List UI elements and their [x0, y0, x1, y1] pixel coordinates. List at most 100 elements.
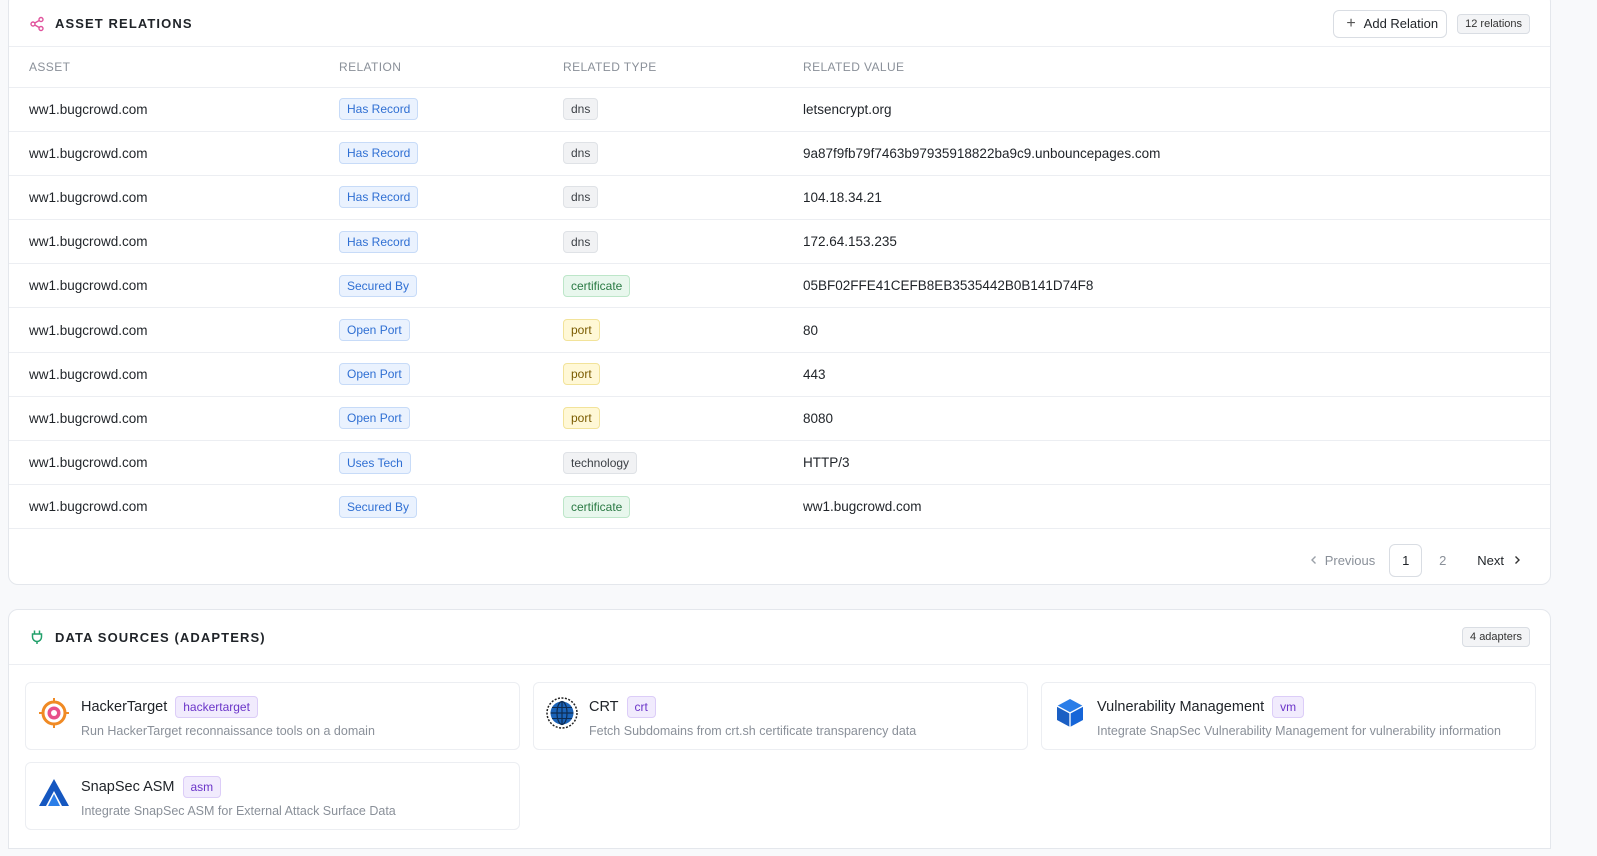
- adapter-description: Run HackerTarget reconnaissance tools on…: [81, 724, 375, 738]
- type-badge: dns: [563, 186, 599, 209]
- relation-cell: Has Record: [339, 219, 563, 265]
- asset-cell: ww1.bugcrowd.com: [9, 219, 339, 265]
- next-page-button[interactable]: Next: [1461, 545, 1532, 577]
- type-badge: certificate: [563, 274, 631, 297]
- related-value-cell: 443: [803, 352, 1550, 397]
- relation-badge: Open Port: [339, 319, 410, 342]
- related-value-cell: HTTP/3: [803, 440, 1550, 486]
- relation-badge: Secured By: [339, 495, 418, 518]
- hackertarget-logo-icon: [38, 697, 70, 729]
- asset-relations-title: ASSET RELATIONS: [55, 16, 193, 31]
- asset-relations-card: ASSET RELATIONS + Add Relation 12 relati…: [8, 0, 1551, 585]
- related-value-cell: ww1.bugcrowd.com: [803, 484, 1550, 530]
- type-badge: technology: [563, 451, 638, 474]
- chevron-left-icon: [1309, 553, 1319, 568]
- related-type-cell: technology: [563, 440, 803, 486]
- adapter-tag: crt: [626, 696, 656, 718]
- related-value-cell: 104.18.34.21: [803, 175, 1550, 221]
- relation-badge: Has Record: [339, 142, 419, 165]
- column-header-relation[interactable]: RELATION: [339, 47, 563, 88]
- asset-relations-header: ASSET RELATIONS + Add Relation 12 relati…: [9, 1, 1550, 47]
- type-badge: dns: [563, 98, 599, 121]
- data-sources-card: DATA SOURCES (ADAPTERS) 4 adapters Hacke…: [8, 609, 1551, 849]
- relation-cell: Has Record: [339, 175, 563, 221]
- table-row[interactable]: ww1.bugcrowd.com Secured By certificate ww1…: [9, 484, 1550, 530]
- relation-cell: Has Record: [339, 87, 563, 132]
- asset-cell: ww1.bugcrowd.com: [9, 307, 339, 353]
- related-value-cell: 9a87f9fb79f7463b97935918822ba9c9.unbounc…: [803, 131, 1550, 176]
- relations-count-badge: 12 relations: [1457, 13, 1530, 34]
- table-row[interactable]: ww1.bugcrowd.com Open Port port 443: [9, 352, 1550, 397]
- asset-cell: ww1.bugcrowd.com: [9, 87, 339, 132]
- related-value-cell: 05BF02FFE41CEFB8EB3535442B0B141D74F8: [803, 263, 1550, 309]
- plug-icon: [29, 629, 45, 645]
- pagination: Previous 1 2 Next: [1297, 544, 1532, 577]
- relation-cell: Uses Tech: [339, 440, 563, 486]
- adapter-card-vulnerability-management[interactable]: Vulnerability Management vm Integrate Sn…: [1041, 682, 1536, 750]
- adapter-card-crt[interactable]: CRT crt Fetch Subdomains from crt.sh cer…: [533, 682, 1028, 750]
- table-row[interactable]: ww1.bugcrowd.com Uses Tech technology HTTP/…: [9, 440, 1550, 486]
- relation-cell: Open Port: [339, 307, 563, 353]
- relations-table: ASSET RELATION RELATED TYPE RELATED VALU…: [9, 47, 1550, 530]
- relation-badge: Has Record: [339, 186, 419, 209]
- related-type-cell: port: [563, 396, 803, 442]
- snapsec-logo-icon: [38, 777, 70, 809]
- table-row[interactable]: ww1.bugcrowd.com Open Port port 8080: [9, 396, 1550, 442]
- asset-cell: ww1.bugcrowd.com: [9, 352, 339, 397]
- related-type-cell: certificate: [563, 263, 803, 309]
- relation-badge: Open Port: [339, 407, 410, 430]
- relation-badge: Open Port: [339, 363, 410, 386]
- adapter-description: Integrate SnapSec ASM for External Attac…: [81, 804, 396, 818]
- column-header-related-value[interactable]: RELATED VALUE: [803, 47, 1550, 88]
- previous-page-button[interactable]: Previous: [1297, 545, 1388, 577]
- adapter-name: SnapSec ASM: [81, 779, 175, 795]
- relation-cell: Open Port: [339, 396, 563, 442]
- table-row[interactable]: ww1.bugcrowd.com Open Port port 80: [9, 307, 1550, 353]
- table-row[interactable]: ww1.bugcrowd.com Secured By certificate 05B…: [9, 263, 1550, 309]
- relation-badge: Uses Tech: [339, 451, 411, 474]
- column-header-asset[interactable]: ASSET: [9, 47, 339, 88]
- related-type-cell: port: [563, 307, 803, 353]
- related-type-cell: dns: [563, 131, 803, 176]
- related-value-cell: 80: [803, 307, 1550, 353]
- data-sources-header: DATA SOURCES (ADAPTERS) 4 adapters: [9, 610, 1550, 665]
- adapter-description: Integrate SnapSec Vulnerability Manageme…: [1097, 724, 1501, 738]
- asset-cell: ww1.bugcrowd.com: [9, 484, 339, 530]
- table-row[interactable]: ww1.bugcrowd.com Has Record dns letsencrypt…: [9, 87, 1550, 132]
- relation-cell: Secured By: [339, 263, 563, 309]
- type-badge: port: [563, 407, 600, 430]
- share-icon: [29, 16, 45, 32]
- table-row[interactable]: ww1.bugcrowd.com Has Record dns 172.64.153.…: [9, 219, 1550, 265]
- asset-cell: ww1.bugcrowd.com: [9, 175, 339, 221]
- related-type-cell: dns: [563, 87, 803, 132]
- adapter-card-snapsec-asm[interactable]: SnapSec ASM asm Integrate SnapSec ASM fo…: [25, 762, 520, 830]
- adapter-tag: hackertarget: [175, 696, 258, 718]
- adapter-tag: asm: [182, 776, 222, 798]
- globe-icon: [546, 697, 578, 729]
- chevron-right-icon: [1512, 553, 1522, 568]
- related-type-cell: dns: [563, 175, 803, 221]
- add-relation-button[interactable]: + Add Relation: [1333, 9, 1448, 38]
- type-badge: port: [563, 319, 600, 342]
- relation-badge: Secured By: [339, 274, 418, 297]
- type-badge: port: [563, 363, 600, 386]
- type-badge: dns: [563, 142, 599, 165]
- page-1-button[interactable]: 1: [1389, 544, 1423, 577]
- relation-badge: Has Record: [339, 230, 419, 253]
- page-2-button[interactable]: 2: [1426, 544, 1459, 577]
- column-header-related-type[interactable]: RELATED TYPE: [563, 47, 803, 88]
- related-value-cell: 172.64.153.235: [803, 219, 1550, 265]
- related-value-cell: 8080: [803, 396, 1550, 442]
- asset-cell: ww1.bugcrowd.com: [9, 440, 339, 486]
- table-row[interactable]: ww1.bugcrowd.com Has Record dns 9a87f9fb79f…: [9, 131, 1550, 176]
- next-page-label: Next: [1477, 553, 1504, 568]
- type-badge: dns: [563, 230, 599, 253]
- adapter-card-hackertarget[interactable]: HackerTarget hackertarget Run HackerTarg…: [25, 682, 520, 750]
- table-row[interactable]: ww1.bugcrowd.com Has Record dns 104.18.34.2…: [9, 175, 1550, 221]
- adapter-name: CRT: [589, 699, 619, 715]
- asset-cell: ww1.bugcrowd.com: [9, 263, 339, 309]
- asset-cell: ww1.bugcrowd.com: [9, 396, 339, 442]
- table-header-row: ASSET RELATION RELATED TYPE RELATED VALU…: [9, 47, 1550, 88]
- related-value-cell: letsencrypt.org: [803, 87, 1550, 132]
- related-type-cell: certificate: [563, 484, 803, 530]
